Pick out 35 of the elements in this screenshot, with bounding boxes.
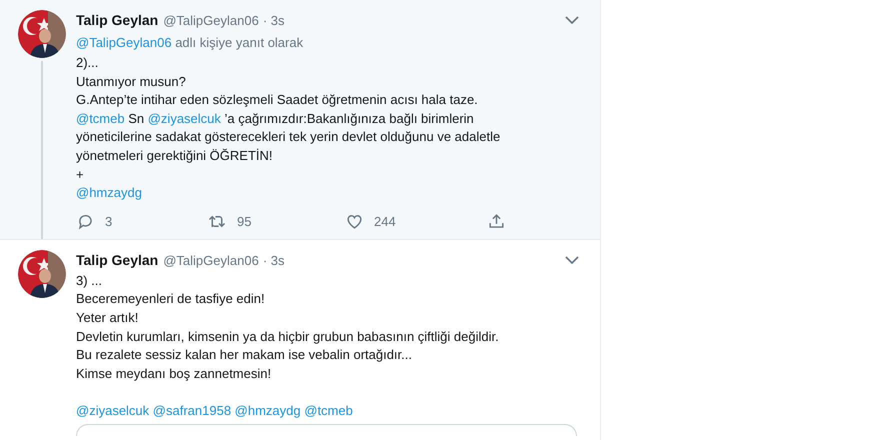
tweet-text-line: Beceremeyenleri de tasfiye edin! [76,290,266,308]
mention-link[interactable]: @ziyaselcuk [148,110,221,126]
reply-count: 3 [105,213,112,232]
mention-link[interactable]: @safran1958 [152,402,232,418]
tweet-text-line: 3) ... [76,272,104,290]
tweet-text-line: Bu rezalete sessiz kalan her makam ise vebalin ortağıdır... [76,346,413,364]
tweet-text-line: Kimse meydanı boş zannetmesin! [76,364,272,383]
timestamp[interactable]: · 3s [262,10,284,31]
chevron-down-icon[interactable] [565,16,579,25]
mention-link[interactable]: @ziyaselcuk [76,402,150,418]
tweet-text-line: G.Antep’te intihar eden sözleşmeli Saadet öğretmenin acısı hala taze. [76,91,479,110]
mention-link[interactable]: @hmzaydg [76,185,142,200]
author-handle[interactable]: @TalipGeylan06 [163,250,259,271]
author-handle[interactable]: @TalipGeylan06 [163,10,259,31]
tweet-text-line: yöneticilerine sadakat gösterecekleri tek yerin devlet olduğunu ve adaletle [76,128,502,146]
retweet-count: 95 [237,213,252,232]
tweet-text-line: Yeter artık! [76,308,140,327]
author-name[interactable]: Talip Geylan [76,10,158,31]
timestamp[interactable]: · 3s [262,250,284,271]
like-count: 244 [374,213,396,232]
author-name[interactable]: Talip Geylan [76,250,158,271]
reply-context: @TalipGeylan06 adlı kişiye yanıt olarak [76,34,304,52]
heart-icon[interactable] [345,212,364,232]
tweet-text-line: Devletin kurumları, kimsenin ya da hiçbir grubun babasının çiftliği değildir. [76,328,500,346]
tweet-text-line: + [76,166,85,184]
mention-link[interactable]: @TalipGeylan06 [76,35,172,50]
tweet-text-line: yönetmeleri gerektiğini ÖĞRETİN! [76,146,274,165]
tweet-text-line: Utanmıyor musun? [76,72,187,91]
mention-link[interactable]: @tcmeb [76,110,125,126]
tweet-card[interactable] [0,0,600,240]
mention-link[interactable]: @hmzaydg [234,402,301,418]
tweet-text-line: 2)... [76,54,100,72]
tweet-text-line: @tcmeb Sn @ziyaselcuk ’a çağrımızdır:Bakanlığınıza bağlı birimlerin [76,110,475,128]
chevron-down-icon[interactable] [565,256,579,265]
mention-link[interactable]: @tcmeb [304,402,353,418]
